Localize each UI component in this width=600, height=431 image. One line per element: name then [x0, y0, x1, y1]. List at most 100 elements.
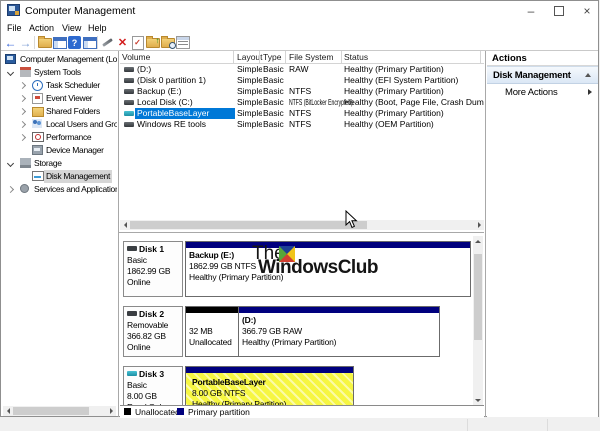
chevron-right-icon[interactable] — [19, 121, 26, 128]
tree-horizontal-scrollbar[interactable] — [3, 406, 116, 416]
disk-3-label[interactable]: Disk 3 Basic 8.00 GB Read Only — [123, 366, 183, 405]
chevron-down-icon[interactable] — [7, 69, 14, 76]
table-row[interactable]: (Disk 0 partition 1) Simple Basic Health… — [120, 75, 484, 86]
tree-pane-divider[interactable] — [118, 51, 119, 417]
table-row-selected[interactable]: PortableBaseLayer Simple Basic NTFS Heal… — [120, 108, 484, 119]
services-icon — [20, 184, 29, 193]
back-button[interactable]: ← — [3, 35, 18, 50]
menu-action[interactable]: Action — [26, 22, 57, 35]
primary-partition-legend-swatch — [177, 408, 184, 415]
volume-list-horizontal-scrollbar[interactable] — [120, 220, 484, 230]
scroll-right-icon[interactable] — [478, 222, 484, 228]
column-header-file-system[interactable]: File System — [289, 52, 333, 62]
tree-item-computer-management[interactable]: Computer Management (Local — [2, 53, 117, 66]
menu-file[interactable]: File — [4, 22, 25, 35]
table-row[interactable]: Windows RE tools Simple Basic NTFS Healt… — [120, 119, 484, 130]
close-button[interactable]: × — [575, 1, 599, 20]
disk-state: Online — [124, 342, 182, 353]
tree-item-disk-management[interactable]: Disk Management — [2, 170, 117, 183]
show-action-pane-button[interactable] — [82, 35, 97, 50]
table-row[interactable]: Backup (E:) Simple Basic NTFS Healthy (P… — [120, 86, 484, 97]
title-bar[interactable]: Computer Management – × — [1, 1, 598, 21]
scrollbar-thumb[interactable] — [13, 407, 89, 415]
scrollbar-thumb[interactable] — [130, 221, 367, 229]
disk-kind: Basic — [124, 255, 182, 266]
disk-kind: Basic — [124, 380, 182, 391]
scroll-left-icon[interactable] — [4, 408, 10, 414]
menu-help[interactable]: Help — [85, 22, 110, 35]
partition-unallocated[interactable]: 32 MB Unallocated — [185, 306, 239, 357]
disk-1-label[interactable]: Disk 1 Basic 1862.99 GB Online — [123, 241, 183, 297]
tool-button[interactable] — [100, 35, 115, 50]
scroll-up-icon[interactable] — [475, 237, 481, 243]
actions-pane: Actions Disk Management More Actions — [487, 51, 598, 417]
up-folder-button[interactable] — [37, 35, 52, 50]
check-document-button[interactable]: ✓ — [130, 35, 145, 50]
toolbar-separator — [97, 36, 98, 49]
collapse-icon[interactable] — [585, 73, 591, 77]
more-actions-item[interactable]: More Actions — [487, 85, 598, 99]
forward-button[interactable]: → — [18, 35, 33, 50]
disk-size: 8.00 GB — [124, 391, 182, 402]
partition-portablebaselayer-selected[interactable]: PortableBaseLayer 8.00 GB NTFS Healthy (… — [185, 366, 354, 405]
chevron-right-icon[interactable] — [19, 134, 26, 141]
column-divider[interactable] — [285, 51, 286, 63]
tree-item-services-and-applications[interactable]: Services and Applications — [2, 183, 117, 196]
tree-item-shared-folders[interactable]: Shared Folders — [2, 105, 117, 118]
disk-2-group: Disk 2 Removable 366.82 GB Online 32 MB … — [120, 306, 472, 357]
properties-list-icon — [176, 36, 190, 49]
watermark-text-windowsclub: WindowsClub — [258, 257, 378, 279]
tree-item-system-tools[interactable]: System Tools — [2, 66, 117, 79]
actions-pane-divider[interactable] — [485, 51, 486, 417]
open-folder-button[interactable]: ↑ — [145, 35, 160, 50]
maximize-icon — [554, 6, 564, 16]
disk-size: 366.82 GB — [124, 331, 182, 342]
help-button[interactable]: ? — [67, 35, 82, 50]
volume-icon — [124, 67, 134, 72]
menu-view[interactable]: View — [59, 22, 84, 35]
computer-icon — [5, 54, 16, 64]
scrollbar-thumb[interactable] — [474, 254, 482, 340]
tree-item-performance[interactable]: Performance — [2, 131, 117, 144]
users-icon — [32, 119, 42, 128]
chevron-right-icon[interactable] — [7, 186, 14, 193]
column-divider[interactable] — [480, 51, 481, 63]
chevron-right-icon[interactable] — [19, 95, 26, 102]
chevron-right-icon[interactable] — [19, 108, 26, 115]
unallocated-legend-swatch — [124, 408, 131, 415]
column-header-type[interactable]: Type — [263, 52, 281, 62]
partition-title: (D:) — [242, 315, 439, 326]
minimize-button[interactable]: – — [519, 1, 543, 20]
maximize-button[interactable] — [547, 1, 571, 20]
column-divider[interactable] — [233, 51, 234, 63]
column-header-volume[interactable]: Volume — [122, 52, 150, 62]
actions-section-disk-management[interactable]: Disk Management — [487, 66, 598, 84]
pane-splitter[interactable] — [119, 232, 484, 233]
chevron-right-icon[interactable] — [19, 82, 26, 89]
disk-pane-vertical-scrollbar[interactable] — [473, 236, 483, 405]
background-divider — [547, 419, 548, 431]
tree-item-device-manager[interactable]: Device Manager — [2, 144, 117, 157]
scroll-left-icon[interactable] — [121, 222, 127, 228]
partition-d[interactable]: (D:) 366.79 GB RAW Healthy (Primary Part… — [238, 306, 440, 357]
delete-volume-button[interactable]: ✕ — [115, 35, 130, 50]
column-header-status[interactable]: Status — [344, 52, 368, 62]
properties-list-button[interactable] — [175, 35, 190, 50]
tree-item-local-users-and-groups[interactable]: Local Users and Groups — [2, 118, 117, 131]
disk-3-group: Disk 3 Basic 8.00 GB Read Only PortableB… — [120, 366, 472, 405]
table-row[interactable]: Local Disk (C:) Simple Basic NTFS (BitLo… — [120, 97, 484, 108]
disk-2-label[interactable]: Disk 2 Removable 366.82 GB Online — [123, 306, 183, 357]
tree-item-event-viewer[interactable]: Event Viewer — [2, 92, 117, 105]
task-scheduler-icon — [32, 80, 43, 91]
search-folder-icon — [161, 38, 175, 48]
tree-item-task-scheduler[interactable]: Task Scheduler — [2, 79, 117, 92]
chevron-down-icon[interactable] — [7, 160, 14, 167]
show-console-tree-button[interactable] — [52, 35, 67, 50]
table-row[interactable]: (D:) Simple Basic RAW Healthy (Primary P… — [120, 64, 484, 75]
column-divider[interactable] — [341, 51, 342, 63]
column-divider[interactable] — [259, 51, 260, 63]
check-document-icon: ✓ — [132, 36, 144, 50]
tree-item-storage[interactable]: Storage — [2, 157, 117, 170]
search-folder-button[interactable] — [160, 35, 175, 50]
scroll-right-icon[interactable] — [110, 408, 116, 414]
